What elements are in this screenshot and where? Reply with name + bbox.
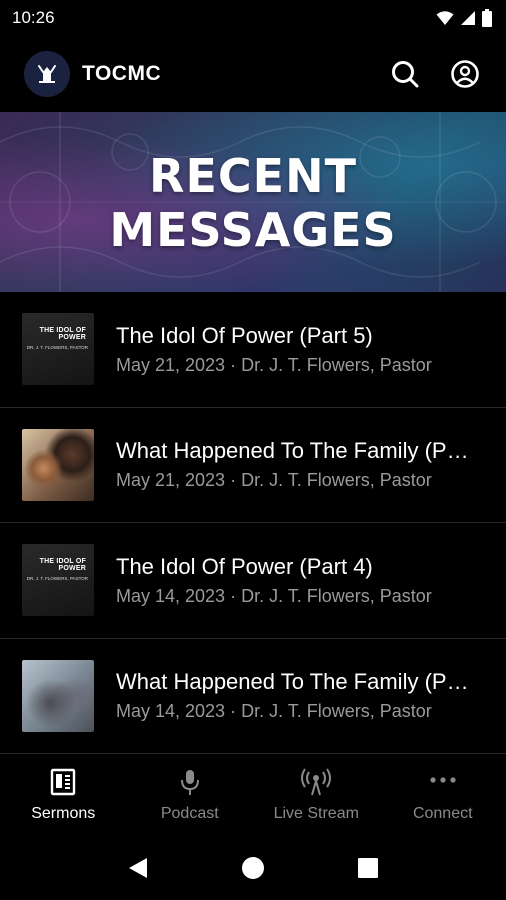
sermon-list-item[interactable]: What Happened To The Family (Part 2) May… bbox=[0, 408, 506, 523]
nav-live-stream[interactable]: Live Stream bbox=[253, 752, 380, 836]
search-button[interactable] bbox=[388, 57, 422, 91]
sermon-title: The Idol Of Power (Part 4) bbox=[116, 553, 373, 579]
sermon-list-item[interactable]: What Happened To The Family (Part 1) May… bbox=[0, 639, 506, 754]
more-dots-icon bbox=[430, 777, 456, 783]
sermon-thumbnail bbox=[22, 659, 94, 732]
status-time: 10:26 bbox=[12, 8, 55, 27]
nav-label: Sermons bbox=[31, 805, 96, 822]
banner-title-line2: MESSAGES bbox=[109, 203, 397, 257]
nav-label: Connect bbox=[412, 805, 473, 822]
recent-messages-banner: RECENT MESSAGES bbox=[0, 112, 506, 292]
church-logo-icon bbox=[38, 65, 56, 83]
sermon-thumbnail: THE IDOL OF POWER DR. J. T. FLOWERS, PAS… bbox=[22, 313, 94, 386]
sermon-meta: May 21, 2023 · Dr. J. T. Flowers, Pastor bbox=[116, 470, 432, 491]
church-logo[interactable] bbox=[24, 51, 70, 97]
thumbnail-subtitle: DR. J. T. FLOWERS, PASTOR bbox=[26, 345, 88, 351]
back-triangle-icon[interactable] bbox=[127, 856, 149, 880]
sermon-thumbnail: THE IDOL OF POWER DR. J. T. FLOWERS, PAS… bbox=[22, 544, 94, 617]
sermon-title: What Happened To The Family (Part 1) bbox=[116, 669, 476, 695]
sermon-meta: May 21, 2023 · Dr. J. T. Flowers, Pastor bbox=[116, 354, 432, 375]
nav-label: Live Stream bbox=[273, 805, 359, 822]
sermon-title: The Idol Of Power (Part 5) bbox=[116, 322, 373, 348]
nav-podcast[interactable]: Podcast bbox=[127, 752, 254, 836]
app-bar: TOCMC bbox=[0, 36, 506, 112]
thumbnail-title: THE IDOL OF POWER bbox=[39, 327, 86, 342]
system-navigation-bar bbox=[0, 836, 506, 900]
bottom-navigation: Sermons Podcast Live Stream Connect bbox=[0, 752, 506, 836]
battery-icon bbox=[482, 9, 492, 27]
nav-connect[interactable]: Connect bbox=[380, 752, 506, 836]
account-button[interactable] bbox=[448, 57, 482, 91]
recents-square-icon[interactable] bbox=[357, 857, 379, 879]
book-icon bbox=[51, 768, 76, 796]
sermon-list: THE IDOL OF POWER DR. J. T. FLOWERS, PAS… bbox=[0, 292, 506, 754]
microphone-icon bbox=[180, 770, 199, 795]
banner-title-line1: RECENT bbox=[149, 149, 357, 203]
sermon-list-item[interactable]: THE IDOL OF POWER DR. J. T. FLOWERS, PAS… bbox=[0, 523, 506, 639]
sermon-meta: May 14, 2023 · Dr. J. T. Flowers, Pastor bbox=[116, 585, 432, 606]
nav-label: Podcast bbox=[160, 805, 219, 822]
app-title: TOCMC bbox=[82, 62, 162, 85]
thumbnail-subtitle: DR. J. T. FLOWERS, PASTOR bbox=[26, 576, 88, 582]
status-icons bbox=[436, 9, 492, 27]
sermon-meta: May 14, 2023 · Dr. J. T. Flowers, Pastor bbox=[116, 701, 432, 722]
status-bar: 10:26 bbox=[0, 0, 506, 36]
nav-sermons[interactable]: Sermons bbox=[0, 752, 127, 836]
thumbnail-title: THE IDOL OF POWER bbox=[39, 558, 86, 573]
search-icon bbox=[392, 61, 419, 88]
sermon-thumbnail bbox=[22, 428, 94, 501]
wifi-icon bbox=[436, 11, 454, 25]
signal-icon bbox=[461, 11, 475, 25]
home-circle-icon[interactable] bbox=[241, 856, 265, 880]
sermon-title: What Happened To The Family (Part 2) bbox=[116, 438, 476, 464]
broadcast-icon bbox=[301, 768, 332, 796]
sermon-list-item[interactable]: THE IDOL OF POWER DR. J. T. FLOWERS, PAS… bbox=[0, 292, 506, 408]
account-circle-icon bbox=[451, 60, 479, 88]
